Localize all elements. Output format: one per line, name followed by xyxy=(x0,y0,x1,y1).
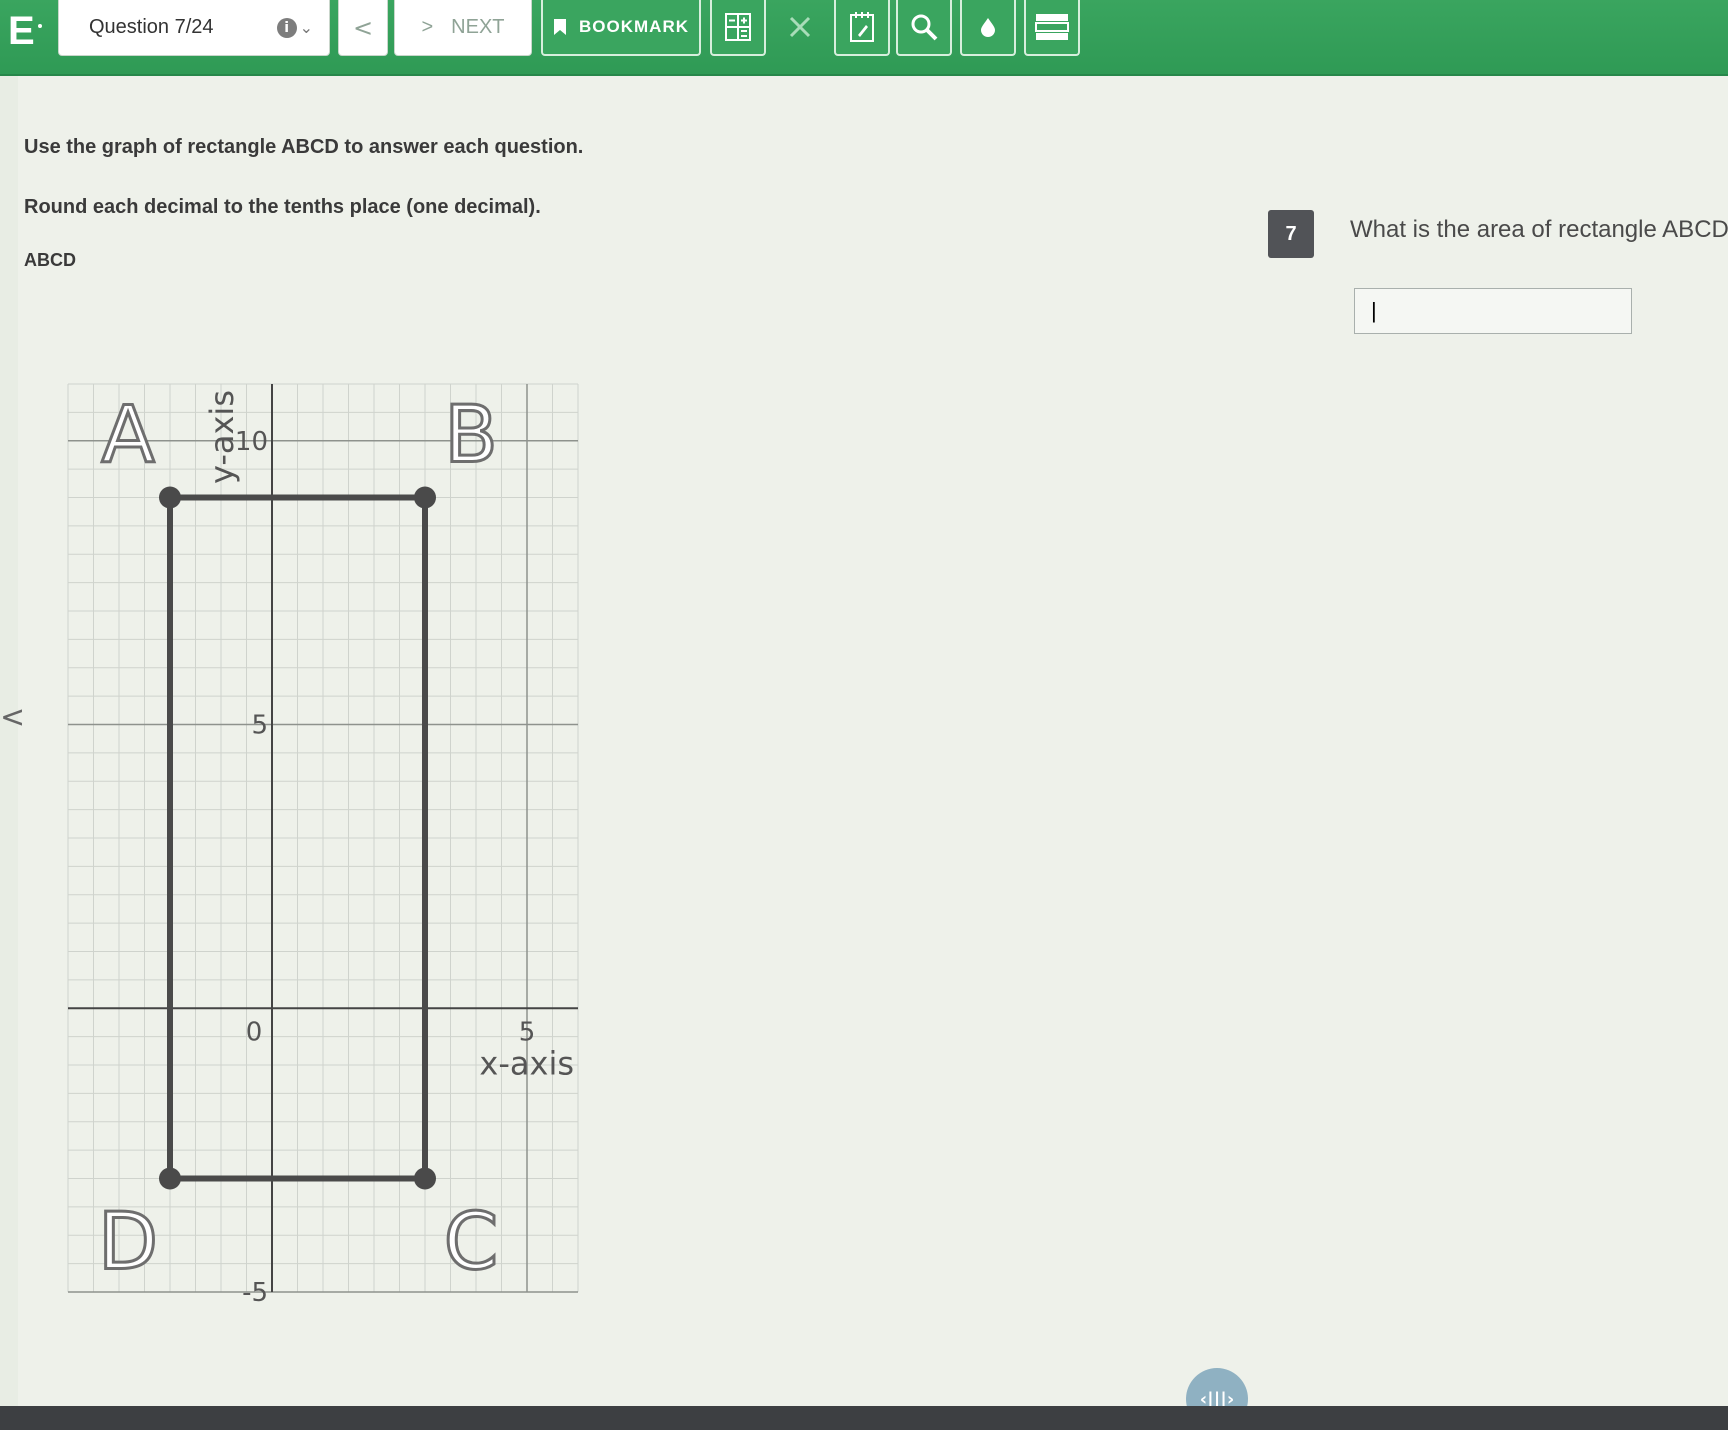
notepad-icon xyxy=(850,12,874,42)
line-reader-icon xyxy=(1035,14,1069,40)
info-icon: i xyxy=(276,17,297,38)
y-tick-label: 5 xyxy=(251,711,268,741)
y-axis-label: y-axis xyxy=(203,390,241,484)
vertex-label-a: A xyxy=(101,391,154,481)
top-toolbar: E Question 7/24 i ⌄ < > NEXT BOOKMARK xyxy=(0,0,1728,76)
bottom-bar xyxy=(0,1406,1728,1430)
logo-dot xyxy=(38,24,42,28)
chevron-down-icon: ⌄ xyxy=(299,18,313,37)
vertex-label-d: D xyxy=(98,1198,158,1288)
vertex-point-b xyxy=(414,486,436,509)
collapse-arrow-icon[interactable]: < xyxy=(0,700,25,735)
close-icon xyxy=(789,16,811,38)
highlighter-icon xyxy=(981,18,995,37)
magnifier-icon xyxy=(911,14,938,41)
passage-rounding-note: Round each decimal to the tenths place (… xyxy=(24,196,541,218)
eliminator-tool-button[interactable] xyxy=(772,0,828,56)
vertex-label-b: B xyxy=(444,391,498,481)
vertex-point-c xyxy=(414,1167,436,1190)
calculator-tool-button[interactable] xyxy=(710,0,766,56)
bookmark-button[interactable]: BOOKMARK xyxy=(541,0,701,56)
vertex-point-a xyxy=(159,486,181,509)
question-content-area: Use the graph of rectangle ABCD to answe… xyxy=(18,76,1728,1430)
x-axis-label: x-axis xyxy=(479,1044,574,1082)
line-reader-tool-button[interactable] xyxy=(1024,0,1080,56)
x-tick-label: 0 xyxy=(246,1017,263,1047)
bookmark-label: BOOKMARK xyxy=(579,17,689,36)
figure-caption: ABCD xyxy=(24,250,76,270)
chevron-left-icon: < xyxy=(352,13,374,42)
vertex-point-d xyxy=(159,1167,181,1190)
question-text: What is the area of rectangle ABCD? xyxy=(1350,216,1728,243)
question-counter: Question 7/24 xyxy=(89,16,214,38)
next-label: NEXT xyxy=(451,16,505,38)
bookmark-icon xyxy=(554,19,566,35)
question-selector[interactable]: Question 7/24 i ⌄ xyxy=(58,0,330,56)
rectangle-graph: 105-50 5x-axisy-axisA BCD xyxy=(67,383,579,1302)
calculator-icon xyxy=(725,13,751,41)
vertex-label-c: C xyxy=(444,1198,498,1288)
chevron-right-icon: > xyxy=(421,16,434,38)
question-number-badge: 7 xyxy=(1268,210,1314,258)
app-logo: E xyxy=(8,9,35,53)
question-info-dropdown[interactable]: i ⌄ xyxy=(276,17,313,38)
y-tick-label: -5 xyxy=(242,1278,268,1302)
notepad-tool-button[interactable] xyxy=(834,0,890,56)
magnifier-tool-button[interactable] xyxy=(896,0,952,56)
highlighter-tool-button[interactable] xyxy=(960,0,1016,56)
previous-button[interactable]: < xyxy=(338,0,388,56)
x-tick-label: 5 xyxy=(519,1017,536,1047)
answer-input[interactable] xyxy=(1354,288,1632,334)
next-button[interactable]: > NEXT xyxy=(394,0,532,56)
passage-instruction: Use the graph of rectangle ABCD to answe… xyxy=(24,136,584,158)
